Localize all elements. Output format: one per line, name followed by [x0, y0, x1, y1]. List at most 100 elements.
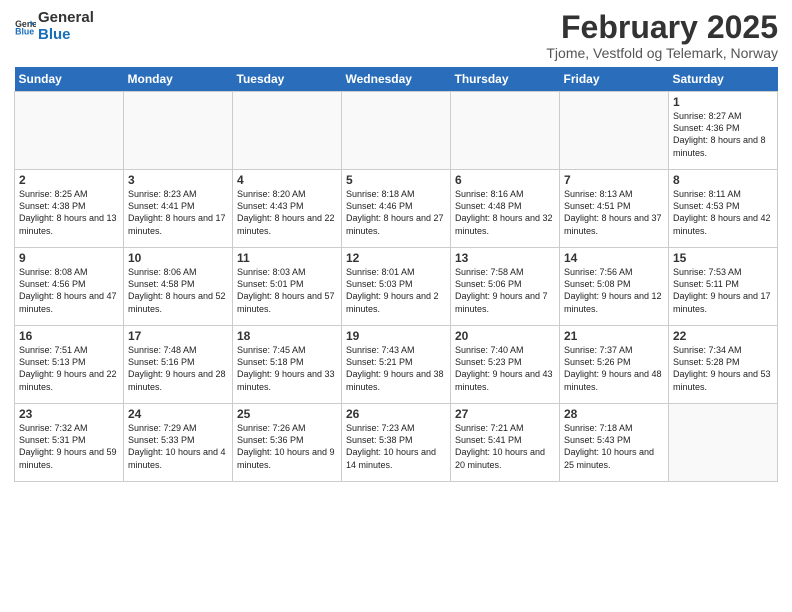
calendar-cell: 5Sunrise: 8:18 AMSunset: 4:46 PMDaylight… [342, 170, 451, 248]
day-info: Sunrise: 7:58 AMSunset: 5:06 PMDaylight:… [455, 266, 555, 315]
day-number: 19 [346, 329, 446, 343]
calendar-cell: 14Sunrise: 7:56 AMSunset: 5:08 PMDayligh… [560, 248, 669, 326]
week-row-1: 1Sunrise: 8:27 AMSunset: 4:36 PMDaylight… [15, 92, 778, 170]
logo: General Blue General Blue [14, 10, 94, 43]
day-number: 5 [346, 173, 446, 187]
calendar-cell: 26Sunrise: 7:23 AMSunset: 5:38 PMDayligh… [342, 404, 451, 482]
week-row-3: 9Sunrise: 8:08 AMSunset: 4:56 PMDaylight… [15, 248, 778, 326]
calendar-cell [124, 92, 233, 170]
day-number: 21 [564, 329, 664, 343]
day-header-saturday: Saturday [669, 67, 778, 92]
day-number: 4 [237, 173, 337, 187]
title-block: February 2025 Tjome, Vestfold og Telemar… [546, 10, 778, 61]
day-header-friday: Friday [560, 67, 669, 92]
day-info: Sunrise: 7:48 AMSunset: 5:16 PMDaylight:… [128, 344, 228, 393]
day-info: Sunrise: 7:53 AMSunset: 5:11 PMDaylight:… [673, 266, 773, 315]
day-number: 18 [237, 329, 337, 343]
day-number: 8 [673, 173, 773, 187]
calendar-cell: 15Sunrise: 7:53 AMSunset: 5:11 PMDayligh… [669, 248, 778, 326]
calendar-cell: 8Sunrise: 8:11 AMSunset: 4:53 PMDaylight… [669, 170, 778, 248]
week-row-4: 16Sunrise: 7:51 AMSunset: 5:13 PMDayligh… [15, 326, 778, 404]
day-info: Sunrise: 8:23 AMSunset: 4:41 PMDaylight:… [128, 188, 228, 237]
day-info: Sunrise: 7:43 AMSunset: 5:21 PMDaylight:… [346, 344, 446, 393]
day-info: Sunrise: 8:20 AMSunset: 4:43 PMDaylight:… [237, 188, 337, 237]
calendar-header-row: SundayMondayTuesdayWednesdayThursdayFrid… [15, 67, 778, 92]
logo-blue: Blue [38, 27, 94, 44]
day-info: Sunrise: 8:01 AMSunset: 5:03 PMDaylight:… [346, 266, 446, 315]
day-info: Sunrise: 7:40 AMSunset: 5:23 PMDaylight:… [455, 344, 555, 393]
logo-general: General [38, 10, 94, 27]
day-number: 17 [128, 329, 228, 343]
day-info: Sunrise: 7:21 AMSunset: 5:41 PMDaylight:… [455, 422, 555, 471]
calendar-cell: 18Sunrise: 7:45 AMSunset: 5:18 PMDayligh… [233, 326, 342, 404]
calendar-cell: 9Sunrise: 8:08 AMSunset: 4:56 PMDaylight… [15, 248, 124, 326]
day-info: Sunrise: 8:13 AMSunset: 4:51 PMDaylight:… [564, 188, 664, 237]
calendar-cell: 20Sunrise: 7:40 AMSunset: 5:23 PMDayligh… [451, 326, 560, 404]
day-number: 15 [673, 251, 773, 265]
day-info: Sunrise: 7:56 AMSunset: 5:08 PMDaylight:… [564, 266, 664, 315]
day-number: 6 [455, 173, 555, 187]
calendar-cell: 16Sunrise: 7:51 AMSunset: 5:13 PMDayligh… [15, 326, 124, 404]
day-number: 9 [19, 251, 119, 265]
day-number: 26 [346, 407, 446, 421]
day-info: Sunrise: 8:08 AMSunset: 4:56 PMDaylight:… [19, 266, 119, 315]
calendar-cell: 13Sunrise: 7:58 AMSunset: 5:06 PMDayligh… [451, 248, 560, 326]
day-info: Sunrise: 7:23 AMSunset: 5:38 PMDaylight:… [346, 422, 446, 471]
calendar-cell: 7Sunrise: 8:13 AMSunset: 4:51 PMDaylight… [560, 170, 669, 248]
day-info: Sunrise: 7:18 AMSunset: 5:43 PMDaylight:… [564, 422, 664, 471]
calendar-cell [560, 92, 669, 170]
month-title: February 2025 [546, 10, 778, 45]
calendar-cell: 10Sunrise: 8:06 AMSunset: 4:58 PMDayligh… [124, 248, 233, 326]
calendar-cell: 6Sunrise: 8:16 AMSunset: 4:48 PMDaylight… [451, 170, 560, 248]
week-row-2: 2Sunrise: 8:25 AMSunset: 4:38 PMDaylight… [15, 170, 778, 248]
calendar-cell: 28Sunrise: 7:18 AMSunset: 5:43 PMDayligh… [560, 404, 669, 482]
day-number: 10 [128, 251, 228, 265]
day-header-sunday: Sunday [15, 67, 124, 92]
page-container: General Blue General Blue February 2025 … [0, 0, 792, 612]
day-info: Sunrise: 7:45 AMSunset: 5:18 PMDaylight:… [237, 344, 337, 393]
day-info: Sunrise: 8:16 AMSunset: 4:48 PMDaylight:… [455, 188, 555, 237]
header: General Blue General Blue February 2025 … [14, 10, 778, 61]
day-info: Sunrise: 7:34 AMSunset: 5:28 PMDaylight:… [673, 344, 773, 393]
day-header-monday: Monday [124, 67, 233, 92]
day-number: 7 [564, 173, 664, 187]
calendar-cell: 17Sunrise: 7:48 AMSunset: 5:16 PMDayligh… [124, 326, 233, 404]
day-info: Sunrise: 7:32 AMSunset: 5:31 PMDaylight:… [19, 422, 119, 471]
calendar-cell: 25Sunrise: 7:26 AMSunset: 5:36 PMDayligh… [233, 404, 342, 482]
day-number: 12 [346, 251, 446, 265]
calendar-cell: 11Sunrise: 8:03 AMSunset: 5:01 PMDayligh… [233, 248, 342, 326]
calendar-table: SundayMondayTuesdayWednesdayThursdayFrid… [14, 67, 778, 482]
calendar-cell: 1Sunrise: 8:27 AMSunset: 4:36 PMDaylight… [669, 92, 778, 170]
calendar-cell [451, 92, 560, 170]
day-number: 3 [128, 173, 228, 187]
calendar-cell [342, 92, 451, 170]
calendar-cell: 27Sunrise: 7:21 AMSunset: 5:41 PMDayligh… [451, 404, 560, 482]
day-info: Sunrise: 7:51 AMSunset: 5:13 PMDaylight:… [19, 344, 119, 393]
day-number: 1 [673, 95, 773, 109]
day-info: Sunrise: 8:25 AMSunset: 4:38 PMDaylight:… [19, 188, 119, 237]
day-number: 20 [455, 329, 555, 343]
day-info: Sunrise: 8:03 AMSunset: 5:01 PMDaylight:… [237, 266, 337, 315]
day-number: 14 [564, 251, 664, 265]
calendar-cell: 19Sunrise: 7:43 AMSunset: 5:21 PMDayligh… [342, 326, 451, 404]
day-number: 2 [19, 173, 119, 187]
day-number: 22 [673, 329, 773, 343]
day-header-tuesday: Tuesday [233, 67, 342, 92]
day-info: Sunrise: 8:27 AMSunset: 4:36 PMDaylight:… [673, 110, 773, 159]
day-number: 27 [455, 407, 555, 421]
day-info: Sunrise: 7:37 AMSunset: 5:26 PMDaylight:… [564, 344, 664, 393]
calendar-cell [233, 92, 342, 170]
day-number: 28 [564, 407, 664, 421]
day-number: 24 [128, 407, 228, 421]
day-info: Sunrise: 7:26 AMSunset: 5:36 PMDaylight:… [237, 422, 337, 471]
day-header-thursday: Thursday [451, 67, 560, 92]
day-number: 25 [237, 407, 337, 421]
location-title: Tjome, Vestfold og Telemark, Norway [546, 45, 778, 61]
day-info: Sunrise: 8:11 AMSunset: 4:53 PMDaylight:… [673, 188, 773, 237]
day-header-wednesday: Wednesday [342, 67, 451, 92]
day-info: Sunrise: 8:18 AMSunset: 4:46 PMDaylight:… [346, 188, 446, 237]
calendar-cell: 2Sunrise: 8:25 AMSunset: 4:38 PMDaylight… [15, 170, 124, 248]
calendar-cell: 24Sunrise: 7:29 AMSunset: 5:33 PMDayligh… [124, 404, 233, 482]
day-info: Sunrise: 7:29 AMSunset: 5:33 PMDaylight:… [128, 422, 228, 471]
calendar-cell: 12Sunrise: 8:01 AMSunset: 5:03 PMDayligh… [342, 248, 451, 326]
